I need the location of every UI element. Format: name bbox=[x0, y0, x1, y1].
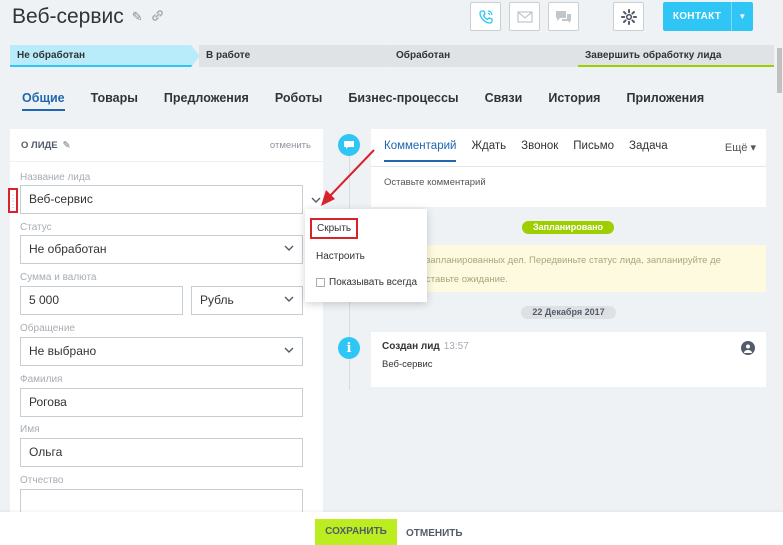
divider bbox=[371, 166, 766, 167]
salutation-select-value: Не выбрано bbox=[29, 344, 97, 358]
planned-notice: запланированных дел. Передвиньте статус … bbox=[371, 245, 766, 292]
activity-tab-email[interactable]: Письмо bbox=[573, 140, 614, 162]
firstname-label: Имя bbox=[20, 424, 40, 435]
firstname-input[interactable]: Ольга bbox=[20, 438, 303, 467]
chevron-down-icon bbox=[284, 245, 294, 251]
menu-item-hide[interactable]: Скрыть bbox=[310, 218, 359, 239]
page-title-text: Веб-сервис bbox=[12, 5, 124, 28]
comment-input[interactable]: Оставьте комментарий bbox=[384, 177, 486, 188]
scrollbar-thumb[interactable] bbox=[777, 48, 782, 93]
info-icon: i bbox=[338, 337, 360, 359]
lead-info-card: О ЛИДЕ ✎ отменить Название лида ⋮ ⋮ Веб-с… bbox=[8, 129, 323, 529]
event-subtitle[interactable]: Веб-сервис bbox=[382, 359, 433, 370]
salutation-select[interactable]: Не выбрано bbox=[20, 337, 303, 366]
activity-tab-comment[interactable]: Комментарий bbox=[384, 140, 457, 162]
phone-icon bbox=[478, 9, 493, 24]
tab-general[interactable]: Общие bbox=[22, 91, 65, 111]
timeline-event: Создан лид 13:57 Веб-сервис bbox=[371, 332, 766, 387]
lastname-label: Фамилия bbox=[20, 374, 63, 385]
amount-label: Сумма и валюта bbox=[20, 272, 97, 283]
amount-input[interactable]: 5 000 bbox=[20, 286, 183, 315]
gear-icon bbox=[620, 8, 637, 25]
page-title: Веб-сервис ✎ bbox=[12, 5, 164, 29]
footer-bar: СОХРАНИТЬ ОТМЕНИТЬ bbox=[0, 512, 783, 545]
chat-icon bbox=[556, 10, 571, 23]
salutation-label: Обращение bbox=[20, 323, 75, 334]
planned-notice-line1: запланированных дел. Передвиньте статус … bbox=[426, 255, 721, 266]
lead-name-input[interactable]: Веб-сервис bbox=[20, 185, 303, 214]
menu-item-show-always[interactable]: Показывать всегда bbox=[316, 277, 417, 288]
chevron-down-icon bbox=[284, 347, 294, 353]
middlename-label: Отчество bbox=[20, 475, 64, 486]
show-always-checkbox[interactable] bbox=[316, 278, 325, 287]
menu-item-configure[interactable]: Настроить bbox=[316, 251, 365, 262]
stage-in-progress[interactable]: В работе bbox=[199, 45, 397, 67]
currency-select[interactable]: Рубль bbox=[191, 286, 303, 315]
annotation-arrow-icon bbox=[321, 149, 375, 206]
activity-more-menu[interactable]: Ещё ▾ bbox=[725, 141, 756, 154]
activity-tab-wait[interactable]: Ждать bbox=[471, 140, 506, 162]
tab-business-processes[interactable]: Бизнес-процессы bbox=[348, 91, 458, 111]
activity-tab-task[interactable]: Задача bbox=[629, 140, 668, 162]
pencil-icon[interactable]: ✎ bbox=[63, 140, 71, 151]
activity-tab-call[interactable]: Звонок bbox=[521, 140, 558, 162]
planned-notice-line2: ставьте ожидание. bbox=[426, 274, 508, 285]
tab-history[interactable]: История bbox=[548, 91, 600, 111]
currency-select-value: Рубль bbox=[200, 293, 234, 307]
cancel-button[interactable]: ОТМЕНИТЬ bbox=[406, 528, 463, 539]
stage-not-processed[interactable]: Не обработан bbox=[10, 45, 200, 67]
contact-button-label: КОНТАКТ bbox=[672, 11, 722, 22]
tab-offers[interactable]: Предложения bbox=[164, 91, 249, 111]
chat-button[interactable] bbox=[548, 2, 579, 31]
pencil-icon[interactable]: ✎ bbox=[132, 9, 143, 25]
chevron-down-icon bbox=[284, 296, 294, 302]
planned-badge: Запланировано bbox=[522, 221, 614, 234]
event-time: 13:57 bbox=[443, 341, 469, 352]
drag-handle-icon[interactable]: ⋮ ⋮ bbox=[8, 188, 18, 213]
event-title: Создан лид 13:57 bbox=[382, 341, 469, 352]
tab-robots[interactable]: Роботы bbox=[275, 91, 323, 111]
tab-apps[interactable]: Приложения bbox=[626, 91, 704, 111]
user-avatar-icon[interactable] bbox=[741, 341, 755, 355]
lead-info-title-text: О ЛИДЕ bbox=[21, 139, 58, 151]
stage-bar: Не обработан В работе Обработан Завершит… bbox=[10, 45, 774, 67]
activity-editor: Комментарий Ждать Звонок Письмо Задача Е… bbox=[371, 129, 766, 207]
status-select-value: Не обработан bbox=[29, 242, 107, 256]
email-button[interactable] bbox=[509, 2, 540, 31]
contact-button[interactable]: КОНТАКТ ▼ bbox=[663, 2, 753, 31]
lastname-input[interactable]: Рогова bbox=[20, 388, 303, 417]
status-label: Статус bbox=[20, 222, 52, 233]
tab-products[interactable]: Товары bbox=[91, 91, 138, 111]
tab-links[interactable]: Связи bbox=[485, 91, 523, 111]
stage-processed[interactable]: Обработан bbox=[389, 45, 587, 67]
event-title-text: Создан лид bbox=[382, 341, 440, 352]
status-select[interactable]: Не обработан bbox=[20, 235, 303, 264]
stage-finish[interactable]: Завершить обработку лида bbox=[578, 45, 774, 67]
date-badge: 22 Декабря 2017 bbox=[521, 306, 616, 319]
envelope-icon bbox=[516, 10, 533, 23]
page-scrollbar[interactable] bbox=[776, 0, 783, 512]
link-icon[interactable] bbox=[151, 9, 164, 25]
activity-tabs: Комментарий Ждать Звонок Письмо Задача Е… bbox=[371, 129, 766, 162]
activity-more-label: Ещё bbox=[724, 142, 748, 154]
lead-info-title: О ЛИДЕ ✎ bbox=[21, 140, 71, 151]
lead-name-label: Название лида bbox=[20, 172, 91, 183]
main-tabs: Общие Товары Предложения Роботы Бизнес-п… bbox=[22, 91, 730, 111]
save-button[interactable]: СОХРАНИТЬ bbox=[315, 519, 397, 545]
lead-info-header: О ЛИДЕ ✎ отменить bbox=[10, 129, 323, 162]
show-always-label: Показывать всегда bbox=[329, 277, 418, 288]
caret-down-icon[interactable]: ▼ bbox=[731, 2, 753, 31]
call-button[interactable] bbox=[470, 2, 501, 31]
lead-info-cancel-link[interactable]: отменить bbox=[270, 140, 311, 151]
settings-button[interactable] bbox=[613, 2, 644, 31]
field-context-menu: Скрыть Настроить Показывать всегда bbox=[305, 209, 427, 302]
